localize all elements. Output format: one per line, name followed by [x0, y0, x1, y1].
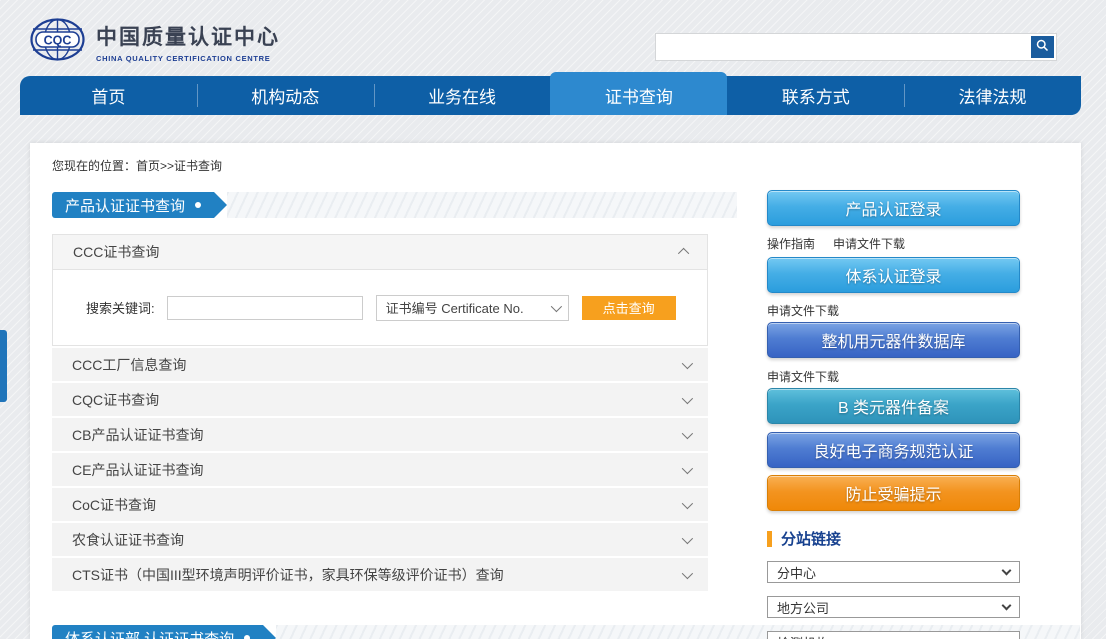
chevron-up-icon	[678, 248, 689, 259]
nav-item-contact[interactable]: 联系方式	[727, 76, 904, 115]
keyword-label: 搜索关键词:	[86, 298, 155, 317]
local-company-selected: 地方公司	[777, 598, 829, 617]
accordion-item-ccc-factory[interactable]: CCC工厂信息查询	[52, 348, 708, 381]
certificate-accordion: CCC证书查询 搜索关键词: 证书编号 Certificate No. 点击查询…	[52, 234, 708, 591]
chevron-down-icon	[550, 300, 561, 311]
application-download-link[interactable]: 申请文件下载	[833, 235, 905, 252]
nav-item-news[interactable]: 机构动态	[197, 76, 374, 115]
query-button[interactable]: 点击查询	[582, 296, 676, 320]
product-links-row: 操作指南 申请文件下载	[767, 235, 905, 252]
logo-title-en: CHINA QUALITY CERTIFICATION CENTRE	[96, 54, 280, 63]
testing-agency-select[interactable]: 检测机构	[767, 631, 1020, 639]
section-banner: 体系认证部 认证证书查询	[52, 625, 263, 639]
testing-agency-selected: 检测机构	[777, 633, 829, 639]
certificate-type-selected: 证书编号 Certificate No.	[386, 298, 524, 317]
product-cert-login-button[interactable]: 产品认证登录	[767, 190, 1020, 226]
chevron-down-icon	[682, 497, 693, 508]
chevron-down-icon	[1002, 600, 1012, 610]
breadcrumb: 您现在的位置：首页>>证书查询	[52, 157, 222, 174]
chevron-down-icon	[682, 532, 693, 543]
nav-item-certificate-query[interactable]: 证书查询	[550, 72, 727, 115]
bullet-dot-icon	[195, 202, 201, 208]
application-download-link[interactable]: 申请文件下载	[767, 302, 839, 319]
search-icon	[1035, 38, 1050, 56]
banner-arrow	[214, 192, 227, 218]
accordion-item-cb-cert[interactable]: CB产品认证证书查询	[52, 418, 708, 451]
nav-item-laws[interactable]: 法律法规	[904, 76, 1081, 115]
application-download-link[interactable]: 申请文件下载	[767, 368, 839, 385]
certificate-type-select[interactable]: 证书编号 Certificate No.	[376, 295, 569, 321]
accordion-item-cqc-cert[interactable]: CQC证书查询	[52, 383, 708, 416]
substation-title-text: 分站链接	[781, 528, 841, 549]
section-title: 产品认证证书查询	[65, 195, 185, 216]
chevron-down-icon	[1002, 635, 1012, 639]
accordion-label: CCC证书查询	[73, 242, 159, 262]
accordion-item-coc-cert[interactable]: CoC证书查询	[52, 488, 708, 521]
chevron-down-icon	[1002, 565, 1012, 575]
chevron-down-icon	[682, 462, 693, 473]
nav-item-home[interactable]: 首页	[20, 76, 197, 115]
system-cert-login-button[interactable]: 体系认证登录	[767, 257, 1020, 293]
branch-center-select[interactable]: 分中心	[767, 561, 1020, 583]
chevron-down-icon	[682, 427, 693, 438]
breadcrumb-label: 您现在的位置：	[52, 159, 136, 173]
chevron-down-icon	[682, 357, 693, 368]
svg-text:CQC: CQC	[44, 34, 72, 48]
operation-guide-link[interactable]: 操作指南	[767, 235, 815, 252]
content-card: 您现在的位置：首页>>证书查询 产品认证证书查询 CCC证书查询 搜索关键词: …	[30, 143, 1081, 639]
accordion-label: CE产品认证证书查询	[72, 460, 203, 480]
search-button[interactable]	[1031, 36, 1054, 58]
accordion-item-cts-cert[interactable]: CTS证书（中国III型环境声明评价证书，家具环保等级评价证书）查询	[52, 558, 708, 591]
ccc-search-panel: 搜索关键词: 证书编号 Certificate No. 点击查询	[52, 270, 708, 346]
accordion-item-ccc-cert[interactable]: CCC证书查询	[52, 234, 708, 270]
section-banner: 产品认证证书查询	[52, 192, 214, 218]
components-links-row: 申请文件下载	[767, 368, 839, 385]
main-nav: 首页 机构动态 业务在线 证书查询 联系方式 法律法规	[20, 76, 1081, 115]
components-database-button[interactable]: 整机用元器件数据库	[767, 322, 1020, 358]
chevron-down-icon	[682, 392, 693, 403]
class-b-components-button[interactable]: B 类元器件备案	[767, 388, 1020, 424]
heading-accent-bar	[767, 531, 772, 547]
accordion-label: CCC工厂信息查询	[72, 355, 186, 375]
section-title: 体系认证部 认证证书查询	[65, 628, 234, 639]
chevron-down-icon	[682, 567, 693, 578]
bullet-dot-icon	[244, 635, 250, 639]
local-company-select[interactable]: 地方公司	[767, 596, 1020, 618]
ecommerce-certification-button[interactable]: 良好电子商务规范认证	[767, 432, 1020, 468]
accordion-item-agrifood-cert[interactable]: 农食认证证书查询	[52, 523, 708, 556]
accordion-label: CQC证书查询	[72, 390, 159, 410]
banner-stripes	[227, 192, 737, 218]
search-input[interactable]	[656, 34, 1028, 60]
banner-arrow	[263, 625, 276, 639]
logo-link[interactable]: CQC 中国质量认证中心 CHINA QUALITY CERTIFICATION…	[30, 18, 280, 66]
accordion-label: CTS证书（中国III型环境声明评价证书，家具环保等级评价证书）查询	[72, 565, 504, 585]
cqc-globe-icon: CQC	[30, 18, 85, 66]
keyword-input[interactable]	[167, 296, 363, 320]
branch-center-selected: 分中心	[777, 563, 816, 582]
page: CQC 中国质量认证中心 CHINA QUALITY CERTIFICATION…	[0, 0, 1106, 639]
anti-fraud-button[interactable]: 防止受骗提示	[767, 475, 1020, 511]
header-search	[655, 33, 1057, 61]
accordion-item-ce-cert[interactable]: CE产品认证证书查询	[52, 453, 708, 486]
accordion-label: CoC证书查询	[72, 495, 156, 515]
substation-links-heading: 分站链接	[767, 528, 841, 549]
product-section-title-row: 产品认证证书查询	[52, 192, 737, 218]
accordion-label: CB产品认证证书查询	[72, 425, 203, 445]
system-links-row: 申请文件下载	[767, 302, 839, 319]
breadcrumb-path[interactable]: 首页>>证书查询	[136, 159, 222, 173]
nav-item-online-business[interactable]: 业务在线	[374, 76, 551, 115]
edge-side-widget[interactable]	[0, 330, 7, 402]
logo-title-cn: 中国质量认证中心	[96, 21, 280, 51]
accordion-label: 农食认证证书查询	[72, 530, 184, 550]
